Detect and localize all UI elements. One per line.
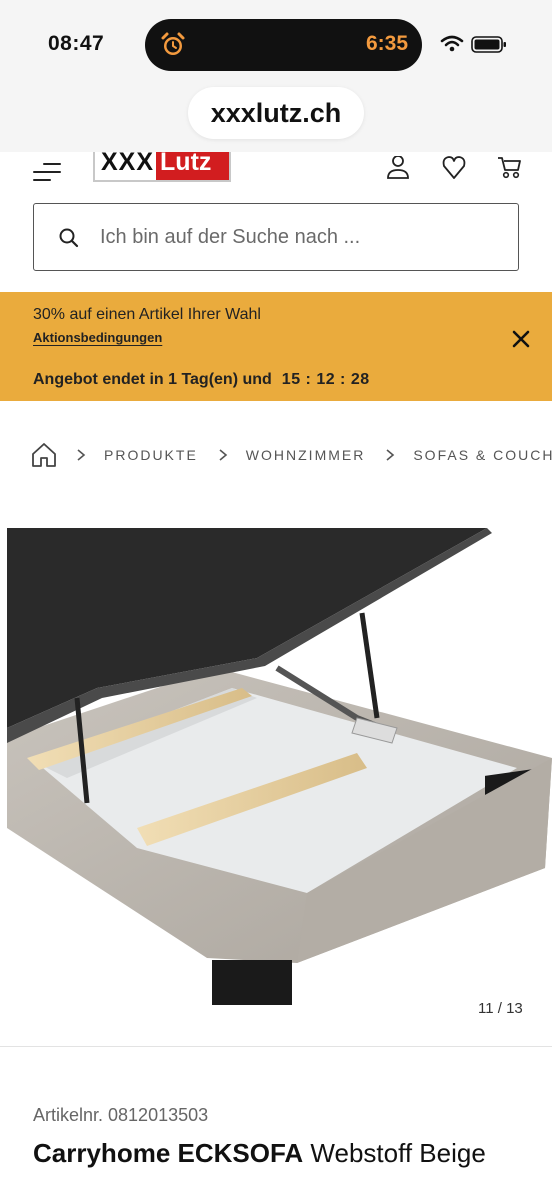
system-status-icons bbox=[440, 35, 506, 53]
browser-url-bar: xxxlutz.ch bbox=[0, 87, 552, 152]
breadcrumb-item[interactable]: SOFAS & COUCHES bbox=[413, 447, 552, 463]
promo-headline: 30% auf einen Artikel Ihrer Wahl bbox=[33, 306, 261, 323]
countdown-timer: 15 : 12 : 28 bbox=[281, 371, 370, 388]
gallery-counter: 11 / 13 bbox=[478, 1000, 523, 1017]
logo-text-right: Lutz bbox=[156, 152, 229, 180]
battery-icon bbox=[471, 36, 506, 53]
chevron-right-icon bbox=[77, 449, 86, 461]
product-image-gallery[interactable] bbox=[7, 528, 552, 1028]
search-icon bbox=[59, 228, 79, 248]
alarm-clock-icon bbox=[161, 32, 185, 55]
url-pill[interactable]: xxxlutz.ch bbox=[188, 87, 364, 139]
menu-icon[interactable] bbox=[32, 162, 62, 182]
account-icon[interactable] bbox=[385, 156, 411, 182]
promo-conditions-link[interactable]: Aktionsbedingungen bbox=[33, 330, 162, 345]
status-bar: 08:47 6:35 bbox=[0, 0, 552, 90]
status-time: 08:47 bbox=[48, 32, 105, 55]
promo-countdown: Angebot endet in 1 Tag(en) und 15 : 12 : … bbox=[33, 371, 370, 389]
divider bbox=[0, 1046, 552, 1047]
wifi-icon bbox=[440, 35, 464, 52]
brand-logo[interactable]: XXX Lutz bbox=[93, 152, 231, 182]
countdown-label: Angebot endet in 1 Tag(en) und bbox=[33, 371, 272, 388]
search-field[interactable]: Ich bin auf der Suche nach ... bbox=[33, 203, 519, 271]
chevron-right-icon bbox=[386, 449, 395, 461]
breadcrumb-item[interactable]: WOHNZIMMER bbox=[246, 447, 366, 463]
activity-timer: 6:35 bbox=[365, 32, 408, 55]
breadcrumb-item[interactable]: PRODUKTE bbox=[104, 447, 198, 463]
article-number: Artikelnr. 0812013503 bbox=[33, 1105, 209, 1125]
promo-banner: 30% auf einen Artikel Ihrer Wahl Aktions… bbox=[0, 292, 552, 401]
home-icon[interactable] bbox=[30, 442, 58, 468]
product-title-rest: Webstoff Beige bbox=[310, 1138, 486, 1168]
breadcrumb: PRODUKTE WOHNZIMMER SOFAS & COUCHES bbox=[30, 441, 552, 469]
product-title: Carryhome ECKSOFA Webstoff Beige bbox=[33, 1138, 486, 1169]
url-text: xxxlutz.ch bbox=[210, 97, 342, 128]
chevron-right-icon bbox=[219, 449, 228, 461]
product-title-bold: Carryhome ECKSOFA bbox=[33, 1138, 304, 1168]
dynamic-island[interactable]: 6:35 bbox=[145, 19, 422, 71]
wishlist-heart-icon[interactable] bbox=[441, 156, 467, 182]
product-photo-sofa-storage bbox=[7, 528, 552, 1005]
cart-icon[interactable] bbox=[497, 156, 523, 182]
site-header: XXX Lutz bbox=[0, 152, 552, 188]
close-icon[interactable] bbox=[510, 328, 532, 350]
logo-text-left: XXX bbox=[101, 152, 155, 176]
search-placeholder: Ich bin auf der Suche nach ... bbox=[100, 226, 361, 248]
